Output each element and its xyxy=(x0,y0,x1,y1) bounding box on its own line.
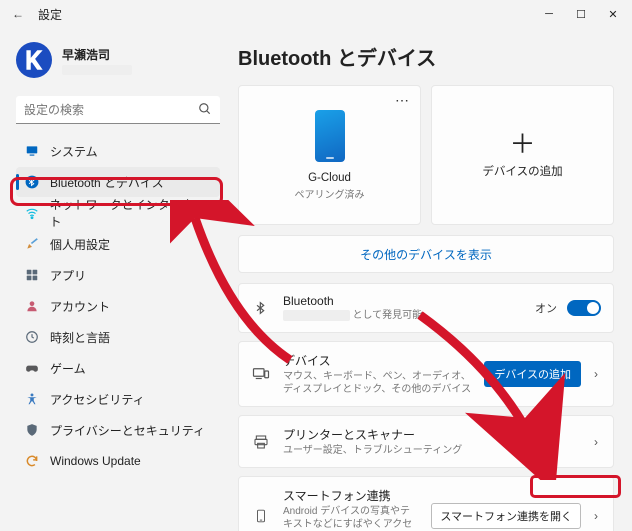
profile-sub xyxy=(62,65,132,75)
gamepad-icon xyxy=(24,360,40,376)
close-icon[interactable]: ✕ xyxy=(606,8,620,21)
device-name: G-Cloud xyxy=(308,172,351,184)
dev-title: デバイス xyxy=(283,352,472,369)
bluetooth-toggle[interactable] xyxy=(567,300,601,316)
printer-icon xyxy=(251,434,271,450)
nav-update[interactable]: Windows Update xyxy=(16,446,220,476)
prn-title: プリンターとスキャナー xyxy=(283,426,579,443)
sidebar: 早瀬浩司 システム Bluetooth とデバイス ネットワークとインターネット… xyxy=(0,28,230,531)
nav-apps[interactable]: アプリ xyxy=(16,260,220,290)
brush-icon xyxy=(24,236,40,252)
device-status: ペアリング済み xyxy=(295,186,365,201)
nav-privacy[interactable]: プライバシーとセキュリティ xyxy=(16,415,220,445)
dev-sub: マウス、キーボード、ペン、オーディオ、ディスプレイとドック、その他のデバイス xyxy=(283,370,472,396)
printers-card[interactable]: プリンターとスキャナー ユーザー設定、トラブルシューティング › xyxy=(238,415,614,468)
add-device-tile[interactable]: ＋ デバイスの追加 xyxy=(431,85,614,225)
avatar xyxy=(16,42,52,78)
open-phone-link-button[interactable]: スマートフォン連携を開く xyxy=(431,503,581,529)
bluetooth-card[interactable]: Bluetooth XXXXXXXXXX として発見可能 オン xyxy=(238,283,614,333)
phone-icon xyxy=(315,110,345,162)
window-title: 設定 xyxy=(38,6,542,23)
accessibility-icon xyxy=(24,391,40,407)
nav-accounts[interactable]: アカウント xyxy=(16,291,220,321)
shield-icon xyxy=(24,422,40,438)
page-title: Bluetooth とデバイス xyxy=(238,42,614,71)
search-icon xyxy=(198,102,212,119)
clock-icon xyxy=(24,329,40,345)
nav-accessibility[interactable]: アクセシビリティ xyxy=(16,384,220,414)
maximize-icon[interactable]: ☐ xyxy=(574,8,588,21)
content: Bluetooth とデバイス ⋯ G-Cloud ペアリング済み ＋ デバイス… xyxy=(230,28,632,531)
devices-card[interactable]: デバイス マウス、キーボード、ペン、オーディオ、ディスプレイとドック、その他のデ… xyxy=(238,341,614,407)
bluetooth-glyph-icon xyxy=(251,300,271,316)
bt-title: Bluetooth xyxy=(283,294,523,308)
bluetooth-icon xyxy=(24,174,40,190)
devices-icon xyxy=(251,365,271,383)
bt-on-label: オン xyxy=(535,300,557,316)
person-icon xyxy=(24,298,40,314)
window-controls: ─ ☐ ✕ xyxy=(542,8,620,21)
titlebar: ← 設定 ─ ☐ ✕ xyxy=(0,0,632,28)
nav-bluetooth[interactable]: Bluetooth とデバイス xyxy=(16,167,220,197)
search-box[interactable] xyxy=(16,96,220,124)
profile-name: 早瀬浩司 xyxy=(62,46,132,63)
nav-time[interactable]: 時刻と言語 xyxy=(16,322,220,352)
apps-icon xyxy=(24,267,40,283)
wifi-icon xyxy=(24,205,39,221)
more-icon[interactable]: ⋯ xyxy=(395,92,410,109)
phone-link-icon xyxy=(251,507,271,525)
chevron-right-icon: › xyxy=(591,367,601,381)
minimize-icon[interactable]: ─ xyxy=(542,8,556,21)
nav-gaming[interactable]: ゲーム xyxy=(16,353,220,383)
more-devices-link[interactable]: その他のデバイスを表示 xyxy=(238,235,614,273)
chevron-right-icon: › xyxy=(591,509,601,523)
add-device-label: デバイスの追加 xyxy=(482,163,562,179)
nav-network[interactable]: ネットワークとインターネット xyxy=(16,198,220,228)
nav-personalization[interactable]: 個人用設定 xyxy=(16,229,220,259)
chevron-right-icon: › xyxy=(591,435,601,449)
nav-system[interactable]: システム xyxy=(16,136,220,166)
back-icon[interactable]: ← xyxy=(8,7,28,21)
system-icon xyxy=(24,143,40,159)
profile[interactable]: 早瀬浩司 xyxy=(16,36,220,90)
device-tile[interactable]: ⋯ G-Cloud ペアリング済み xyxy=(238,85,421,225)
phone-title: スマートフォン連携 xyxy=(283,487,419,504)
search-input[interactable] xyxy=(16,96,220,124)
bt-sub: XXXXXXXXXX として発見可能 xyxy=(283,309,523,322)
phone-link-card[interactable]: スマートフォン連携 Android デバイスの写真やテキストなどにすばやくアクセ… xyxy=(238,476,614,531)
nav-list: システム Bluetooth とデバイス ネットワークとインターネット 個人用設… xyxy=(16,136,220,476)
phone-sub: Android デバイスの写真やテキストなどにすばやくアクセスできます xyxy=(283,505,419,531)
prn-sub: ユーザー設定、トラブルシューティング xyxy=(283,444,579,457)
update-icon xyxy=(24,453,40,469)
plus-icon: ＋ xyxy=(509,131,535,157)
add-device-button[interactable]: デバイスの追加 xyxy=(484,361,581,387)
